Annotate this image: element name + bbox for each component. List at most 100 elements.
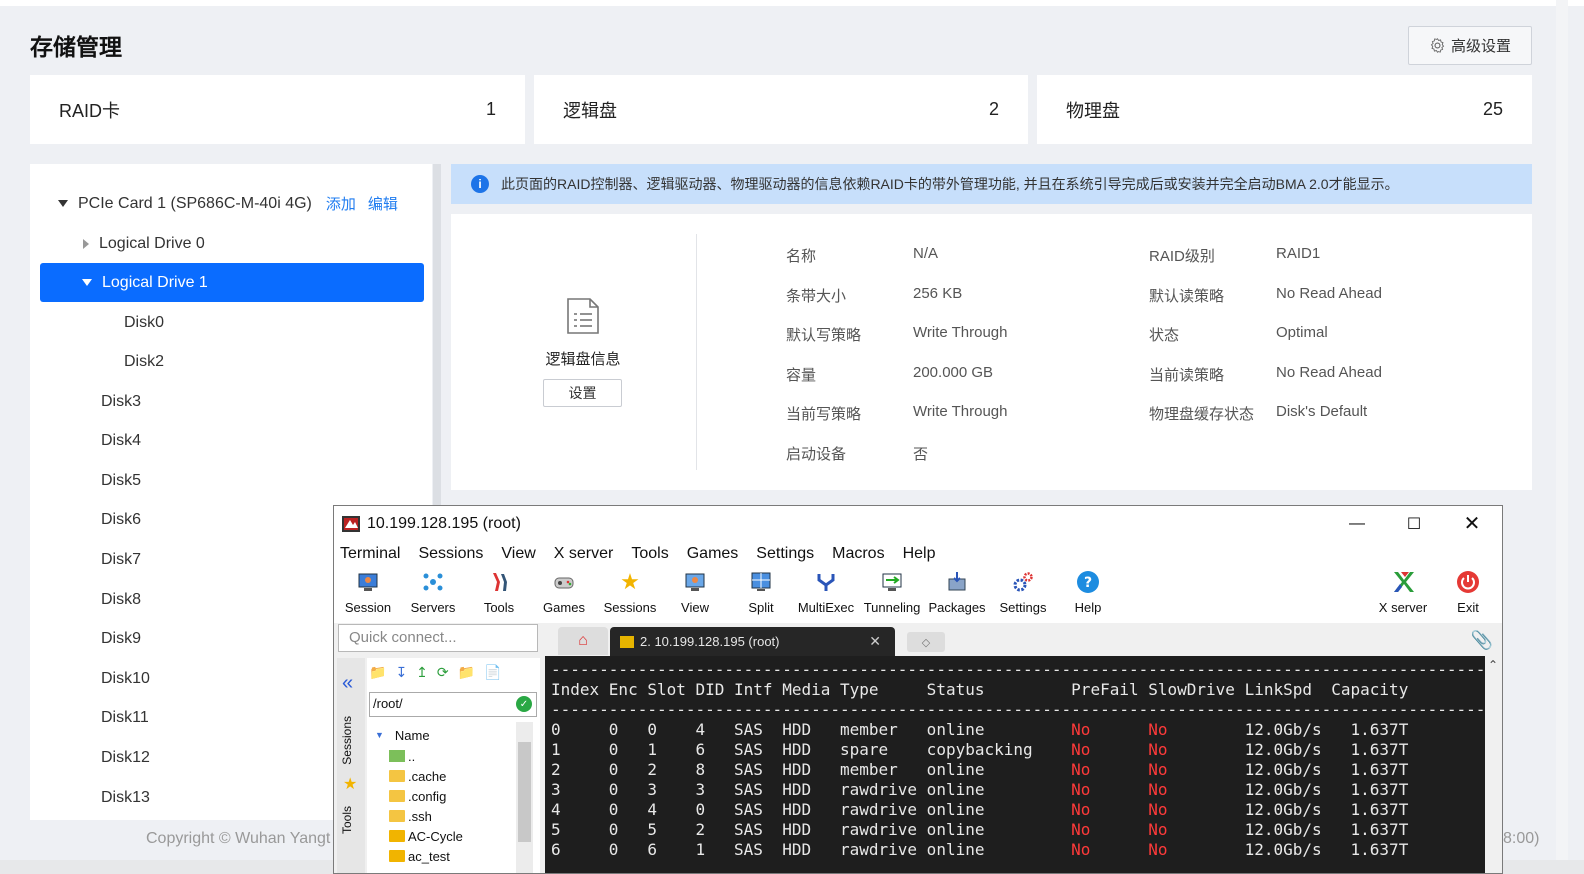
power-icon xyxy=(1456,570,1480,594)
refresh-icon[interactable]: ⟳ xyxy=(437,664,449,681)
toolbar-split-button[interactable]: Split xyxy=(729,570,793,615)
info-text: 此页面的RAID控制器、逻辑驱动器、物理驱动器的信息依赖RAID卡的带外管理功能… xyxy=(501,176,1399,192)
field-value: Disk's Default xyxy=(1276,403,1368,420)
toolbar-tools-button[interactable]: Tools xyxy=(467,570,531,615)
menu-games[interactable]: Games xyxy=(687,545,739,563)
split-icon xyxy=(749,570,773,594)
field-label: 当前读策略 xyxy=(1149,367,1225,384)
sidebar-tab-sessions[interactable]: Sessions xyxy=(340,716,354,765)
file-row[interactable]: ac_test xyxy=(389,846,450,866)
tree-item-disk[interactable]: Disk13 xyxy=(101,778,150,817)
file-browser: 📁 ↧ ↥ ⟳ 📁 📄 /root/ ✓ ▼ Name .. .cache .c… xyxy=(367,658,540,873)
folder-up-icon[interactable]: 📁 xyxy=(369,664,386,681)
physical-drive-stat[interactable]: 物理盘 25 xyxy=(1037,75,1532,144)
check-icon[interactable]: ✓ xyxy=(516,696,532,712)
file-list-header[interactable]: ▼ Name xyxy=(375,725,430,745)
tree-item-disk[interactable]: Disk2 xyxy=(124,342,164,381)
settings-button[interactable]: 设置 xyxy=(543,379,622,407)
file-row[interactable]: .ssh xyxy=(389,806,432,826)
toolbar-settings-button[interactable]: Settings xyxy=(991,570,1055,615)
menu-sessions[interactable]: Sessions xyxy=(418,545,483,563)
menu-view[interactable]: View xyxy=(501,545,535,563)
toolbar-servers-button[interactable]: Servers xyxy=(401,570,465,615)
home-tab[interactable]: ⌂ xyxy=(558,627,608,655)
chevron-up-icon[interactable]: ⌃ xyxy=(1488,658,1498,672)
new-file-icon[interactable]: 📄 xyxy=(484,664,501,681)
copyright-text: Copyright © Wuhan Yangt xyxy=(146,830,331,847)
paperclip-icon[interactable]: 📎 xyxy=(1471,630,1493,651)
column-name: Name xyxy=(394,727,430,743)
terminal-output[interactable]: ----------------------------------------… xyxy=(545,656,1485,873)
file-row[interactable]: .cache xyxy=(389,766,446,786)
advanced-settings-button[interactable]: 高级设置 xyxy=(1408,26,1532,65)
toolbar-exit-button[interactable]: Exit xyxy=(1436,570,1500,615)
menu-tools[interactable]: Tools xyxy=(631,545,668,563)
window-titlebar[interactable]: 10.199.128.195 (root) — ☐ ✕ xyxy=(334,506,1502,541)
menu-settings[interactable]: Settings xyxy=(756,545,814,563)
tab-close-icon[interactable]: ✕ xyxy=(869,633,881,650)
tab-session-2[interactable]: 2. 10.199.128.195 (root) ✕ xyxy=(610,627,895,656)
toolbar-view-button[interactable]: View xyxy=(663,570,727,615)
tree-item-disk[interactable]: Disk7 xyxy=(101,540,141,579)
menu-macros[interactable]: Macros xyxy=(832,545,884,563)
path-input[interactable]: /root/ ✓ xyxy=(369,692,537,717)
star-icon: ★ xyxy=(343,776,358,793)
file-row[interactable]: AC-Cycle xyxy=(389,826,463,846)
terminal-scrollbar[interactable]: ⌃ xyxy=(1485,656,1502,873)
stat-value: 2 xyxy=(988,99,999,119)
folder-icon xyxy=(389,770,405,782)
multiexec-icon xyxy=(814,570,838,594)
tree-item-disk[interactable]: Disk0 xyxy=(124,303,164,342)
toolbar-multiexec-button[interactable]: MultiExec xyxy=(794,570,858,615)
add-link[interactable]: 添加 xyxy=(326,193,356,214)
terminal-row: 5 0 5 2 SAS HDD rawdrive online No No 12… xyxy=(551,820,1409,839)
menu-x-server[interactable]: X server xyxy=(554,545,614,563)
toolbar-tunneling-button[interactable]: Tunneling xyxy=(860,570,924,615)
tree-item-disk[interactable]: Disk8 xyxy=(101,580,141,619)
tree-item-disk[interactable]: Disk4 xyxy=(101,421,141,460)
tree-item-disk[interactable]: Disk9 xyxy=(101,619,141,658)
new-tab-button[interactable]: ◇ xyxy=(907,632,945,652)
tree-item-disk[interactable]: Disk12 xyxy=(101,738,150,777)
maximize-icon[interactable]: ☐ xyxy=(1385,506,1443,541)
file-name: .cache xyxy=(408,768,447,784)
minimize-icon[interactable]: — xyxy=(1328,506,1386,541)
page-scrollbar[interactable] xyxy=(1556,0,1568,860)
tree-item-disk[interactable]: Disk11 xyxy=(101,698,149,737)
logical-drive-stat[interactable]: 逻辑盘 2 xyxy=(534,75,1028,144)
mobaxterm-window[interactable]: 10.199.128.195 (root) — ☐ ✕ Terminal Ses… xyxy=(333,505,1503,874)
toolbar-games-button[interactable]: Games xyxy=(532,570,596,615)
field-value: 256 KB xyxy=(913,285,963,302)
toolbar-help-button[interactable]: ? Help xyxy=(1056,570,1120,615)
collapse-chevron-icon[interactable]: « xyxy=(342,672,353,695)
quick-connect-input[interactable]: Quick connect... xyxy=(338,624,538,652)
edit-link[interactable]: 编辑 xyxy=(368,193,398,214)
terminal-header: Index Enc Slot DID Intf Media Type Statu… xyxy=(551,680,1409,699)
scroll-thumb[interactable] xyxy=(518,742,531,842)
tree-item-disk[interactable]: Disk10 xyxy=(101,659,150,698)
menu-terminal[interactable]: Terminal xyxy=(340,545,400,563)
sidebar-tab-tools[interactable]: Tools xyxy=(340,806,354,834)
tree-item-logical-drive-0[interactable]: Logical Drive 0 xyxy=(83,224,205,263)
tree-item-disk[interactable]: Disk3 xyxy=(101,382,141,421)
toolbar: Session Servers Tools Games ★ Sessions V… xyxy=(334,567,1502,623)
download-icon[interactable]: ↧ xyxy=(395,664,407,681)
upload-icon[interactable]: ↥ xyxy=(416,664,428,681)
file-browser-scrollbar[interactable] xyxy=(516,722,533,873)
tree-item-logical-drive-1[interactable]: Logical Drive 1 xyxy=(40,263,424,302)
close-icon[interactable]: ✕ xyxy=(1443,506,1501,541)
file-row[interactable]: .config xyxy=(389,786,446,806)
toolbar-xserver-button[interactable]: X server xyxy=(1371,570,1435,615)
file-row-parent[interactable]: .. xyxy=(389,746,415,766)
raid-card-stat[interactable]: RAID卡 1 xyxy=(30,75,525,144)
toolbar-packages-button[interactable]: Packages xyxy=(925,570,989,615)
tree-item-disk[interactable]: Disk5 xyxy=(101,461,141,500)
toolbar-session-button[interactable]: Session xyxy=(336,570,400,615)
menu-help[interactable]: Help xyxy=(903,545,936,563)
stat-value: 1 xyxy=(485,99,496,119)
toolbar-sessions-button[interactable]: ★ Sessions xyxy=(598,569,662,615)
toolbar-label: MultiExec xyxy=(797,600,855,615)
new-folder-icon[interactable]: 📁 xyxy=(458,664,475,681)
tree-item-disk[interactable]: Disk6 xyxy=(101,500,141,539)
tree-item-pcie-card[interactable]: PCIe Card 1 (SP686C-M-40i 4G) 添加 编辑 xyxy=(58,184,398,223)
